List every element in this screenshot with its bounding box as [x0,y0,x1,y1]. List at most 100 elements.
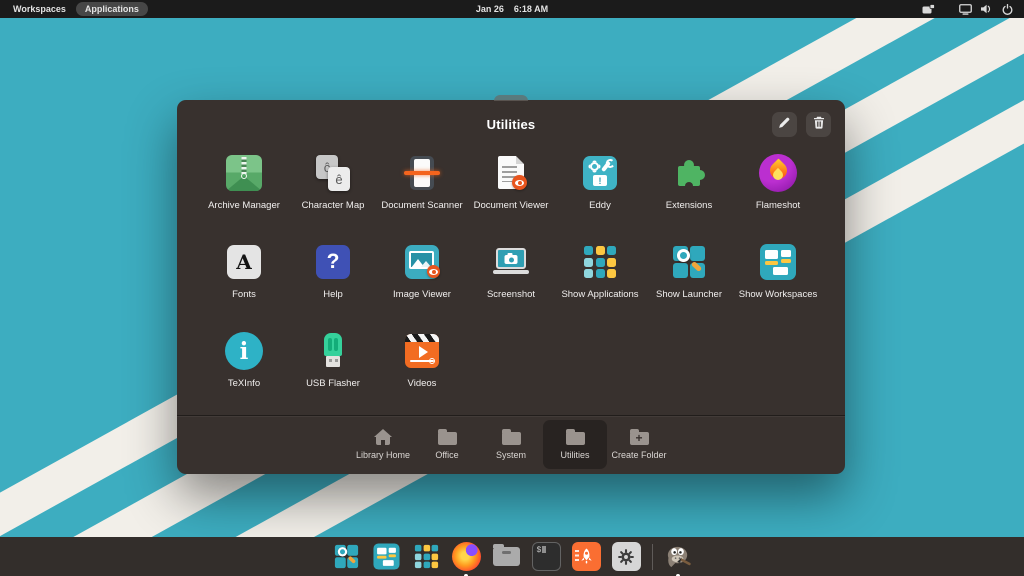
app-usb-flasher[interactable]: USB Flasher [289,326,378,415]
app-document-scanner[interactable]: Document Scanner [378,148,467,237]
eddy-icon: ! [580,153,620,193]
image-viewer-icon [402,242,442,282]
dock-files[interactable] [492,542,521,571]
app-help[interactable]: ? Help [289,237,378,326]
display-icon[interactable] [958,2,972,16]
app-image-viewer[interactable]: Image Viewer [378,237,467,326]
tab-system[interactable]: System [479,420,543,469]
app-label: Document Viewer [473,200,549,211]
app-screenshot[interactable]: Screenshot [467,237,556,326]
edit-pencil-icon [778,116,791,134]
help-icon: ? [313,242,353,282]
desktop-screen: Workspaces Applications Jan 26 6:18 AM U… [0,0,1024,576]
desktop-wallpaper: Utilities Archive Manager ĉ ê Character … [0,18,1024,576]
dock: $ [0,537,1024,576]
app-show-launcher[interactable]: Show Launcher [645,237,734,326]
screenshot-icon [491,242,531,282]
app-label: Flameshot [755,200,801,211]
app-label: Videos [407,378,437,389]
power-icon[interactable] [1000,2,1014,16]
flameshot-icon [758,153,798,193]
folder-title: Utilities [486,116,536,132]
app-fonts[interactable]: A Fonts [200,237,289,326]
archive-manager-icon [224,153,264,193]
document-scanner-icon [402,153,442,193]
app-label: Archive Manager [208,200,280,211]
app-extensions[interactable]: Extensions [645,148,734,237]
app-label: Document Scanner [381,200,463,211]
app-show-workspaces[interactable]: Show Workspaces [734,237,823,326]
show-launcher-icon [332,542,361,571]
trash-icon [813,116,825,134]
terminal-icon: $ [531,542,561,571]
texinfo-icon: i [224,331,264,371]
top-panel: Workspaces Applications Jan 26 6:18 AM [0,0,1024,18]
tab-utilities[interactable]: Utilities [543,420,607,469]
gimp-icon [664,542,693,571]
extensions-puzzle-icon [669,153,709,193]
app-label: TeXInfo [227,378,261,389]
dock-show-applications[interactable] [412,542,441,571]
delete-folder-button[interactable] [806,112,831,137]
dock-separator [651,543,653,570]
folder-tabs: Library Home Office System Utilities Cre… [177,416,845,473]
settings-gear-icon [611,542,641,571]
home-icon [374,429,392,445]
app-label: Show Workspaces [738,289,818,300]
dock-show-launcher[interactable] [332,542,361,571]
app-label: Image Viewer [393,289,451,300]
show-launcher-icon [669,242,709,282]
tab-office[interactable]: Office [415,420,479,469]
tab-label: Utilities [560,450,590,460]
dock-firefox[interactable] [451,542,481,576]
tab-label: Create Folder [611,450,667,460]
folder-icon [565,429,585,445]
applications-button[interactable]: Applications [75,2,148,16]
app-character-map[interactable]: ĉ ê Character Map [289,148,378,237]
app-label: Fonts [232,289,256,300]
app-show-applications[interactable]: Show Applications [556,237,645,326]
clock-time: 6:18 AM [513,4,549,14]
show-applications-icon [580,242,620,282]
app-videos[interactable]: Videos [378,326,467,415]
workspaces-button[interactable]: Workspaces [9,2,70,16]
firefox-icon [451,542,481,571]
app-document-viewer[interactable]: Document Viewer [467,148,556,237]
app-label: Character Map [301,200,365,211]
folder-plus-icon [629,429,649,445]
app-eddy[interactable]: ! Eddy [556,148,645,237]
dock-settings[interactable] [611,542,641,571]
dock-show-workspaces[interactable] [372,542,401,571]
app-label: Extensions [665,200,713,211]
folder-icon [501,429,521,445]
app-archive-manager[interactable]: Archive Manager [200,148,289,237]
library-header: Utilities [177,100,845,148]
app-label: Eddy [589,200,611,211]
files-folder-icon [492,544,520,566]
tab-label: Office [435,450,459,460]
show-workspaces-icon [758,242,798,282]
edit-folder-button[interactable] [772,112,797,137]
clock-date: Jan 26 [475,4,504,14]
pop-shop-rocket-icon [571,542,601,571]
app-label: Help [323,289,343,300]
clock-button[interactable]: Jan 26 6:18 AM [476,0,548,18]
tab-library-home[interactable]: Library Home [351,420,415,469]
app-flameshot[interactable]: Flameshot [734,148,823,237]
volume-icon[interactable] [979,2,993,16]
app-label: Show Applications [561,289,639,300]
dock-gimp[interactable] [664,542,693,576]
dock-pop-shop[interactable] [571,542,601,571]
show-workspaces-icon [372,542,401,571]
app-texinfo[interactable]: i TeXInfo [200,326,289,415]
show-applications-icon [412,542,441,571]
app-library-panel: Utilities Archive Manager ĉ ê Character … [177,95,845,474]
fonts-icon: A [224,242,264,282]
videos-icon [402,331,442,371]
app-label: USB Flasher [306,378,360,389]
cast-icon[interactable] [921,2,935,16]
tab-create-folder[interactable]: Create Folder [607,420,671,469]
app-label: Show Launcher [655,289,723,300]
tab-label: System [495,450,526,460]
dock-terminal[interactable]: $ [531,542,561,571]
